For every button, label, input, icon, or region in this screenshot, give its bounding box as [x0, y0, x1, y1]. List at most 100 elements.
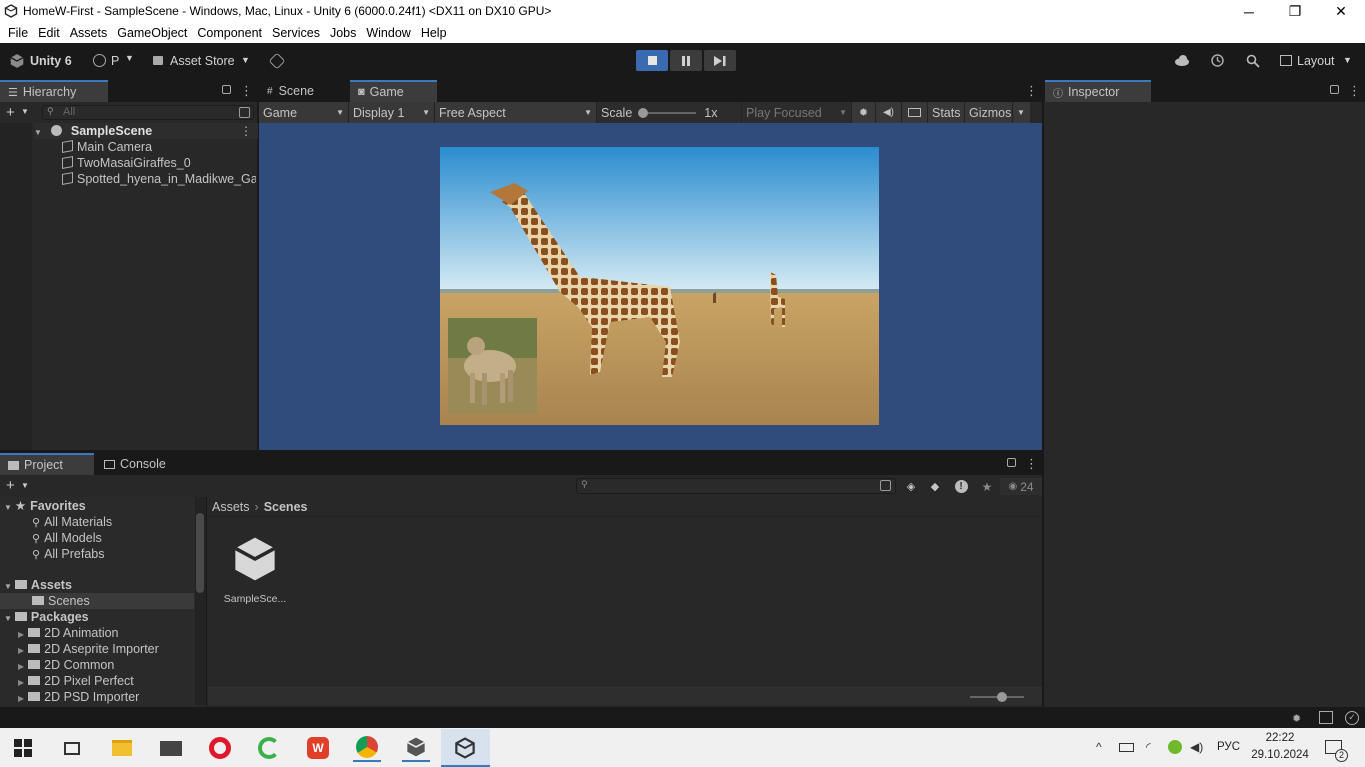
task-view-button[interactable] [58, 734, 86, 762]
tab-scene[interactable]: # Scene [259, 80, 322, 102]
list-item[interactable]: ⚲ All Models [32, 530, 102, 546]
debug-icon[interactable]: ✹ [1292, 712, 1305, 725]
unity-hub-button[interactable] [402, 734, 430, 762]
mute-button[interactable]: ◀) [876, 102, 902, 123]
play-focused-dropdown[interactable]: Play Focused ▼ [742, 102, 852, 123]
packages-row[interactable]: ▼ Packages [4, 609, 89, 625]
list-item[interactable]: Spotted_hyena_in_Madikwe_Ga [62, 171, 256, 187]
clock-date[interactable]: 29.10.2024 [1248, 749, 1312, 761]
list-item[interactable]: ▶ 2D PSD Importer [18, 689, 139, 705]
search-filter-icon[interactable] [239, 107, 250, 118]
lock-icon[interactable] [1330, 85, 1339, 94]
menu-services[interactable]: Services [267, 26, 325, 40]
pause-button[interactable] [670, 50, 702, 71]
tab-project[interactable]: Project [0, 453, 94, 475]
clock-time[interactable]: 22:22 [1258, 732, 1302, 744]
layers-icon[interactable] [1319, 711, 1333, 724]
aspect-dropdown[interactable]: Free Aspect ▼ [435, 102, 597, 123]
asset-store-button[interactable]: Asset Store [170, 54, 235, 68]
speaker-icon[interactable]: ◀) [1190, 740, 1203, 754]
list-item[interactable]: ▶ 2D Common [18, 657, 114, 673]
display-dropdown[interactable]: Display 1 ▼ [349, 102, 435, 123]
slider-thumb[interactable] [638, 107, 649, 118]
more-icon[interactable]: ⋮ [1025, 457, 1038, 470]
asset-item[interactable]: SampleSce... [220, 530, 290, 610]
tab-console[interactable]: Console [96, 453, 174, 475]
layout-dropdown[interactable]: Layout [1297, 54, 1335, 68]
restore-button[interactable]: ❐ [1272, 0, 1318, 23]
unity-version-button[interactable]: Unity 6 [30, 54, 72, 68]
list-item[interactable]: ⚲ All Prefabs [32, 546, 105, 562]
menu-edit[interactable]: Edit [33, 26, 65, 40]
list-item[interactable]: Scenes [0, 593, 194, 609]
gizmos-dropdown[interactable]: ▼ [1013, 102, 1030, 123]
account-icon[interactable] [93, 54, 106, 67]
security-icon[interactable] [1168, 740, 1182, 754]
windows-start-icon[interactable] [14, 739, 32, 757]
play-button[interactable] [636, 50, 668, 71]
filter-type-button[interactable]: ◈ [900, 478, 922, 495]
search-filter-icon[interactable] [880, 480, 891, 491]
lock-icon[interactable] [1007, 458, 1016, 467]
menu-file[interactable]: File [3, 26, 33, 40]
list-item[interactable]: ▶ 2D Pixel Perfect [18, 673, 134, 689]
list-item[interactable]: ▶ 2D Aseprite Importer [18, 641, 159, 657]
scene-row[interactable]: ▼ SampleScene [34, 123, 258, 139]
history-icon[interactable] [1210, 53, 1225, 68]
add-button[interactable]: + [6, 104, 15, 121]
language-indicator[interactable]: РУС [1217, 741, 1240, 753]
more-icon[interactable]: ⋮ [240, 84, 253, 97]
project-search[interactable]: ⚲ [576, 478, 896, 494]
filter-log-button[interactable]: ! [950, 478, 972, 495]
tab-inspector[interactable]: ⓘ Inspector [1045, 80, 1151, 102]
bug-button[interactable]: ✹ [852, 102, 876, 123]
hierarchy-search[interactable]: ⚲ All [42, 105, 254, 120]
favorites-row[interactable]: ▼ ★ Favorites [4, 498, 86, 514]
assets-row[interactable]: ▼ Assets [4, 577, 72, 593]
check-icon[interactable]: ✓ [1345, 711, 1359, 725]
menu-gameobject[interactable]: GameObject [112, 26, 192, 40]
menu-component[interactable]: Component [192, 26, 267, 40]
game-mode-dropdown[interactable]: Game ▼ [259, 102, 349, 123]
lock-icon[interactable] [222, 85, 231, 94]
filter-label-button[interactable]: ◆ [924, 478, 946, 495]
scale-slider[interactable] [638, 107, 697, 118]
hidden-packages-toggle[interactable]: ◉ 24 [1000, 478, 1042, 495]
minimize-button[interactable]: ─ [1226, 0, 1272, 23]
list-item[interactable]: TwoMasaiGiraffes_0 [62, 155, 191, 171]
menu-jobs[interactable]: Jobs [325, 26, 361, 40]
mail-button[interactable] [157, 734, 185, 762]
scrollbar-thumb[interactable] [196, 513, 204, 593]
close-button[interactable]: ✕ [1318, 0, 1364, 23]
menu-window[interactable]: Window [361, 26, 415, 40]
tree-scrollbar[interactable] [195, 497, 206, 705]
scene-more-icon[interactable]: ⋮ [240, 125, 252, 137]
slider-thumb[interactable] [997, 692, 1007, 702]
search-icon[interactable] [1246, 54, 1260, 68]
file-explorer-button[interactable] [108, 734, 136, 762]
chrome-button[interactable] [353, 734, 381, 762]
battery-icon[interactable] [1119, 743, 1134, 752]
cloud-icon[interactable] [1174, 55, 1190, 66]
game-view[interactable] [259, 123, 1042, 450]
menu-assets[interactable]: Assets [65, 26, 113, 40]
list-item[interactable]: ▶ 2D Animation [18, 625, 119, 641]
edge-button[interactable] [255, 734, 283, 762]
chevron-up-icon[interactable]: ^ [1096, 740, 1102, 754]
gizmos-button[interactable]: Gizmos [965, 102, 1013, 123]
breadcrumb-scenes[interactable]: Scenes [264, 500, 308, 514]
breadcrumb-assets[interactable]: Assets [212, 500, 250, 514]
list-item[interactable]: Main Camera [62, 139, 152, 155]
step-button[interactable] [704, 50, 736, 71]
wifi-icon[interactable]: ◜ [1146, 740, 1151, 754]
more-icon[interactable]: ⋮ [1348, 84, 1361, 97]
wps-button[interactable]: W [304, 734, 332, 762]
stats-button[interactable]: Stats [928, 102, 965, 123]
more-icon[interactable]: ⋮ [1025, 84, 1038, 97]
opera-button[interactable] [206, 734, 234, 762]
add-button[interactable]: + [6, 477, 15, 494]
tab-game[interactable]: ◙ Game [350, 80, 437, 102]
menu-help[interactable]: Help [416, 26, 452, 40]
account-button[interactable]: P [111, 54, 119, 68]
tab-hierarchy[interactable]: ☰ Hierarchy [0, 80, 108, 102]
